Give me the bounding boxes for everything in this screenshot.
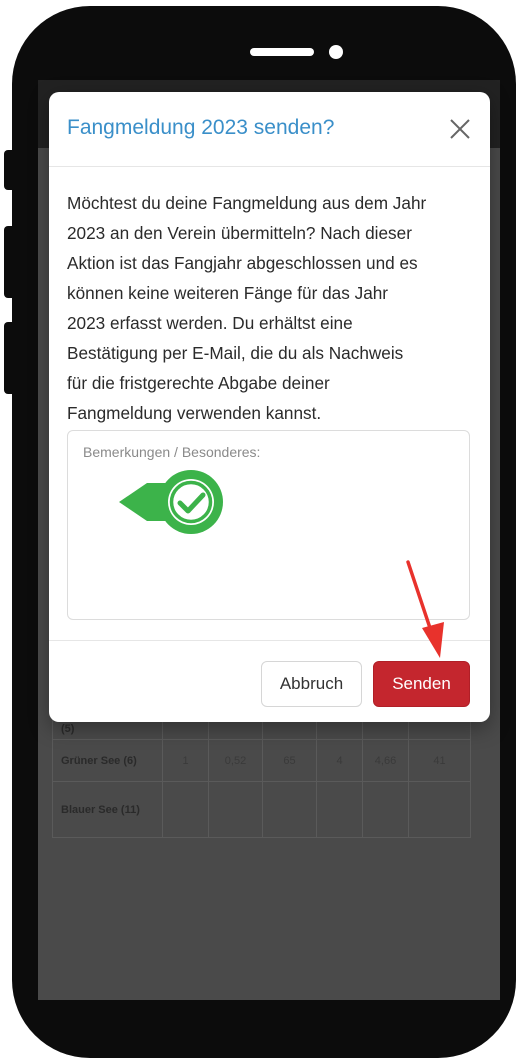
front-camera: [329, 45, 343, 59]
mute-switch: [4, 150, 16, 190]
table-cell: 65: [262, 739, 317, 782]
dialog-message: Möchtest du deine Fangmeldung aus dem Ja…: [67, 188, 477, 428]
table-cell: 4,66: [362, 739, 409, 782]
table-cell: 41: [408, 739, 471, 782]
table-row: Grüner See (6) 1 0,52 65 4 4,66 41: [52, 739, 471, 782]
lake-name: Grüner See (6): [52, 739, 163, 782]
table-cell: 4: [316, 739, 363, 782]
speaker-slot: [250, 48, 314, 56]
arrow-pointer-icon: [400, 556, 460, 671]
volume-down-button: [4, 322, 16, 394]
table-row: Blauer See (11): [52, 781, 471, 838]
dialog-header: Fangmeldung 2023 senden?: [49, 92, 490, 167]
message-line: Möchtest du deine Fangmeldung aus dem Ja…: [67, 193, 427, 213]
message-line: 2023 an den Verein übermitteln? Nach die…: [67, 223, 412, 243]
message-line: Fangmeldung verwenden kannst.: [67, 403, 322, 423]
close-icon[interactable]: [447, 116, 473, 142]
table-cell: 1: [162, 739, 209, 782]
message-line: können keine weiteren Fänge für das Jahr: [67, 283, 389, 303]
lake-name: Blauer See (11): [52, 781, 163, 838]
cancel-button[interactable]: Abbruch: [261, 661, 362, 707]
message-line: 2023 erfasst werden. Du erhältst eine: [67, 313, 353, 333]
message-line: für die fristgerechte Abgabe deiner: [67, 373, 330, 393]
catch-table: (5) Grüner See (6) 1 0,52 65 4 4,66 41 B…: [52, 715, 471, 838]
message-line: Bestätigung per E-Mail, die du als Nachw…: [67, 343, 404, 363]
table-cell: 0,52: [208, 739, 263, 782]
dialog-title: Fangmeldung 2023 senden?: [67, 116, 335, 139]
remarks-placeholder: Bemerkungen / Besonderes:: [83, 444, 261, 460]
check-circle-icon: [117, 469, 229, 540]
message-line: Aktion ist das Fangjahr abgeschlossen un…: [67, 253, 418, 273]
volume-up-button: [4, 226, 16, 298]
